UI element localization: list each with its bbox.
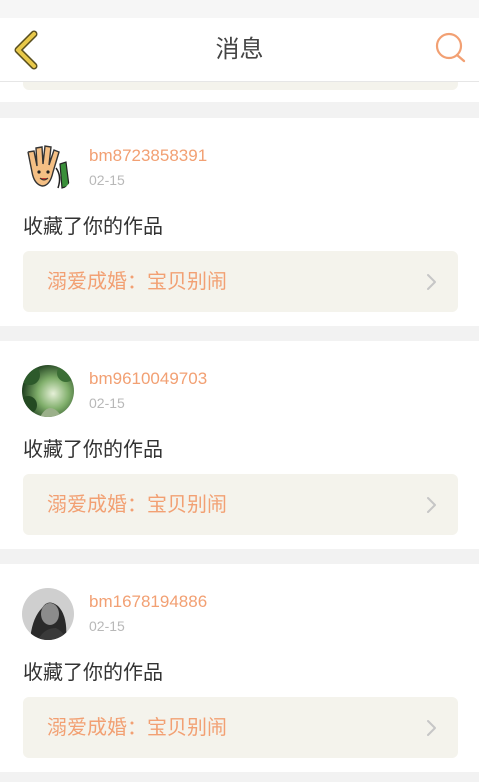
previous-work-link-remnant xyxy=(23,82,458,90)
message-card: bm8723858391 02-15 收藏了你的作品 溺爱成婚：宝贝别闹 xyxy=(0,118,479,326)
avatar-forest-photo-icon xyxy=(22,365,74,417)
chevron-right-icon xyxy=(427,274,436,290)
username[interactable]: bm9610049703 xyxy=(89,369,207,389)
message-date: 02-15 xyxy=(89,172,125,188)
message-card: bm9610049703 02-15 收藏了你的作品 溺爱成婚：宝贝别闹 xyxy=(0,341,479,549)
chevron-left-icon xyxy=(14,30,38,70)
message-action-text: 收藏了你的作品 xyxy=(23,660,163,684)
message-card: bm1678194886 02-15 收藏了你的作品 溺爱成婚：宝贝别闹 xyxy=(0,564,479,772)
work-link[interactable]: 溺爱成婚：宝贝别闹 xyxy=(23,474,458,535)
avatar-cartoon-hand-icon xyxy=(22,142,74,194)
work-title: 溺爱成婚：宝贝别闹 xyxy=(47,715,227,739)
work-title: 溺爱成婚：宝贝别闹 xyxy=(47,492,227,516)
avatar[interactable] xyxy=(22,588,74,640)
chevron-right-icon xyxy=(427,497,436,513)
chevron-right-icon xyxy=(427,720,436,736)
previous-card-remnant xyxy=(0,82,479,102)
username[interactable]: bm1678194886 xyxy=(89,592,207,612)
navigation-bar: 消息 xyxy=(0,18,479,82)
message-action-text: 收藏了你的作品 xyxy=(23,214,163,238)
username[interactable]: bm8723858391 xyxy=(89,146,207,166)
back-button[interactable] xyxy=(10,28,50,72)
avatar[interactable] xyxy=(22,365,74,417)
message-date: 02-15 xyxy=(89,618,125,634)
search-icon xyxy=(435,32,466,63)
avatar-portrait-photo-icon xyxy=(22,588,74,640)
search-button[interactable] xyxy=(433,28,469,68)
page-title: 消息 xyxy=(215,35,264,63)
work-link[interactable]: 溺爱成婚：宝贝别闹 xyxy=(23,251,458,312)
avatar[interactable] xyxy=(22,142,74,194)
message-date: 02-15 xyxy=(89,395,125,411)
status-bar-area xyxy=(0,0,479,18)
messages-screen: 消息 bm8723858391 02-15 收藏了你的作品 溺爱成婚：宝贝别闹 … xyxy=(0,0,479,782)
message-action-text: 收藏了你的作品 xyxy=(23,437,163,461)
work-title: 溺爱成婚：宝贝别闹 xyxy=(47,269,227,293)
work-link[interactable]: 溺爱成婚：宝贝别闹 xyxy=(23,697,458,758)
